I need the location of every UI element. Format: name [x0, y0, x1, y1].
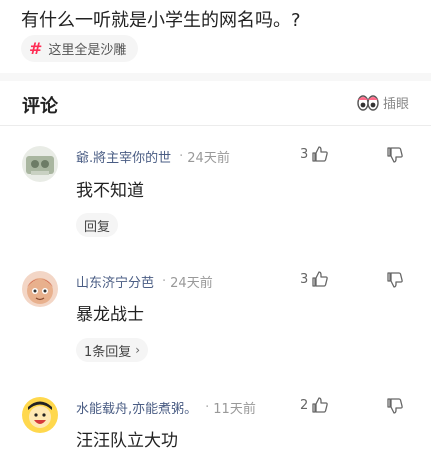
- like-count: 3: [300, 271, 309, 287]
- reply-label: 回复: [84, 219, 111, 235]
- post-title: 有什么一听就是小学生的网名吗。?: [21, 10, 301, 31]
- like-button[interactable]: 3: [300, 270, 329, 288]
- meta-dot: ·: [205, 400, 210, 415]
- meta-dot: ·: [179, 149, 184, 164]
- thumb-up-icon: [312, 146, 329, 162]
- reply-button[interactable]: 回复: [76, 213, 119, 237]
- comment-author[interactable]: 爺.將主宰你的世: [76, 147, 171, 166]
- insert-eye-button[interactable]: 插眼: [357, 93, 409, 112]
- like-count: 3: [300, 146, 309, 162]
- section-divider: [0, 73, 431, 81]
- meta-dot: ·: [162, 274, 167, 289]
- comment-text: 汪汪队立大功: [76, 431, 178, 451]
- reply-button[interactable]: 1条回复 ›: [76, 338, 149, 362]
- comment-item: 水能载舟,亦能煮粥。 · 11天前 2 汪汪队立大功: [0, 377, 431, 465]
- insert-eye-label: 插眼: [382, 97, 409, 112]
- like-button[interactable]: 2: [300, 396, 329, 414]
- comment-time: 24天前: [170, 276, 213, 291]
- comment-text: 我不知道: [76, 181, 144, 201]
- comment-item: 山东济宁分芭 · 24天前 3 暴龙战士 1条回复 ›: [0, 251, 431, 376]
- comment-author[interactable]: 山东济宁分芭: [76, 272, 154, 291]
- comments-title: 评论: [22, 96, 58, 117]
- comment-author[interactable]: 水能载舟,亦能煮粥。: [76, 398, 197, 417]
- comment-item: 爺.將主宰你的世 · 24天前 3 我不知道 回复: [0, 126, 431, 246]
- comments-header: 评论 插眼: [0, 81, 431, 125]
- comment-time: 11天前: [213, 402, 256, 417]
- like-button[interactable]: 3: [300, 145, 329, 163]
- comment-time: 24天前: [187, 151, 230, 166]
- topic-label: 这里全是沙雕: [48, 43, 127, 58]
- thumb-down-icon: [387, 398, 403, 414]
- like-count: 2: [300, 397, 309, 413]
- avatar[interactable]: [22, 146, 58, 182]
- dislike-button[interactable]: [386, 146, 404, 168]
- avatar[interactable]: [22, 397, 58, 433]
- comment-meta: 水能载舟,亦能煮粥。 · 11天前: [76, 398, 256, 417]
- thumb-up-icon: [312, 397, 329, 413]
- hashtag-icon: #: [29, 39, 43, 58]
- comment-text: 暴龙战士: [76, 305, 144, 325]
- dislike-button[interactable]: [386, 397, 404, 419]
- thumb-down-icon: [387, 147, 403, 163]
- chevron-right-icon: ›: [135, 343, 141, 357]
- reply-label: 1条回复: [84, 344, 132, 360]
- avatar[interactable]: [22, 271, 58, 307]
- thumb-up-icon: [312, 271, 329, 287]
- comment-meta: 山东济宁分芭 · 24天前: [76, 272, 213, 291]
- eyes-icon: [357, 94, 379, 111]
- comment-meta: 爺.將主宰你的世 · 24天前: [76, 147, 230, 166]
- topic-tag[interactable]: # 这里全是沙雕: [21, 35, 139, 62]
- dislike-button[interactable]: [386, 271, 404, 293]
- thumb-down-icon: [387, 272, 403, 288]
